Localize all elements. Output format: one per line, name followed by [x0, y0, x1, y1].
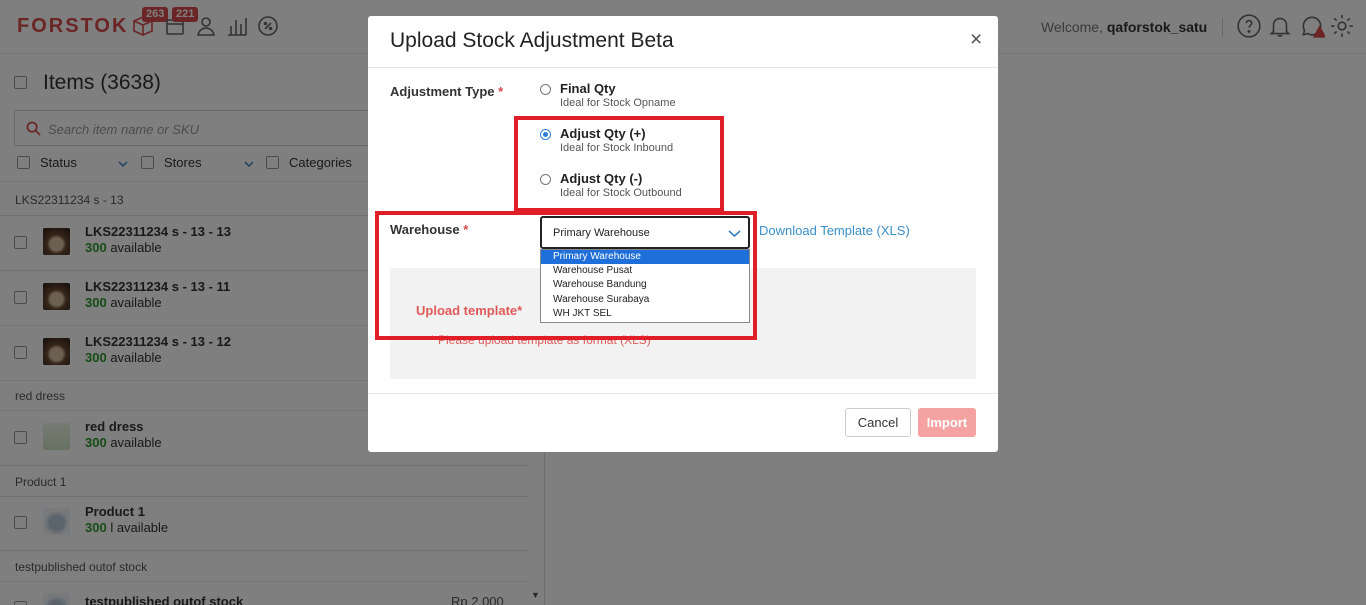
adjustment-type-label: Adjustment Type *	[390, 84, 504, 99]
upload-stock-adjustment-modal: Upload Stock Adjustment Beta × Adjustmen…	[368, 16, 998, 452]
modal-title: Upload Stock Adjustment Beta	[390, 29, 674, 52]
import-button[interactable]: Import	[918, 408, 976, 437]
highlight-box-warehouse	[375, 211, 757, 340]
option-final-qty-title[interactable]: Final Qty	[560, 81, 616, 96]
radio-final-qty[interactable]	[540, 84, 551, 95]
highlight-box-options	[514, 116, 724, 212]
cancel-button[interactable]: Cancel	[845, 408, 911, 437]
option-final-qty-desc: Ideal for Stock Opname	[560, 97, 676, 109]
download-template-link[interactable]: Download Template (XLS)	[759, 223, 910, 238]
close-icon[interactable]: ×	[970, 28, 982, 52]
